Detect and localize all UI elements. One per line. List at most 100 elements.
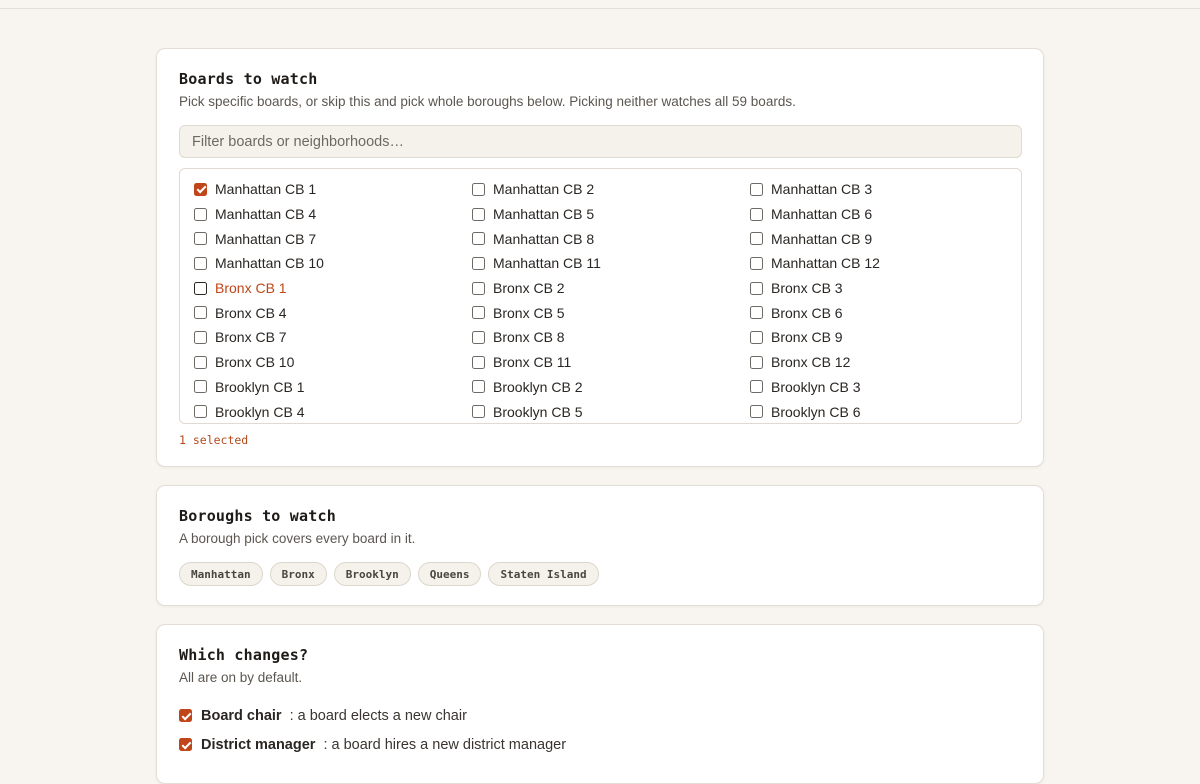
board-checkbox[interactable] <box>750 207 763 221</box>
board-item[interactable]: Bronx CB 12 <box>750 350 1021 375</box>
board-item[interactable]: Brooklyn CB 1 <box>194 375 472 400</box>
board-label: Brooklyn CB 4 <box>215 403 305 420</box>
board-item[interactable]: Bronx CB 10 <box>194 350 472 375</box>
board-label: Manhattan CB 12 <box>771 255 880 272</box>
board-checkbox[interactable] <box>750 182 763 196</box>
board-item[interactable]: Manhattan CB 7 <box>194 226 472 251</box>
board-item[interactable]: Bronx CB 2 <box>472 276 750 301</box>
board-item[interactable]: Bronx CB 8 <box>472 325 750 350</box>
board-item[interactable]: Manhattan CB 9 <box>750 226 1021 251</box>
board-label: Manhattan CB 8 <box>493 230 595 247</box>
board-label: Bronx CB 7 <box>215 329 287 346</box>
changes-card-subtitle: All are on by default. <box>179 670 303 685</box>
boroughs-card: Boroughs to watch A borough pick covers … <box>156 485 1044 606</box>
board-item[interactable]: Bronx CB 6 <box>750 300 1021 325</box>
board-checkbox[interactable] <box>750 380 763 394</box>
board-checkbox[interactable] <box>472 232 485 246</box>
board-item[interactable]: Brooklyn CB 2 <box>472 375 750 400</box>
board-item[interactable]: Manhattan CB 3 <box>750 177 1021 202</box>
boards-card-subtitle: Pick specific boards, or skip this and p… <box>179 94 796 109</box>
board-label: Brooklyn CB 5 <box>493 403 583 420</box>
board-label: Bronx CB 10 <box>215 354 295 371</box>
board-checkbox[interactable] <box>194 256 207 270</box>
borough-chip-brooklyn[interactable]: Brooklyn <box>333 562 411 586</box>
board-label: Brooklyn CB 1 <box>215 378 305 395</box>
change-item-board-chair[interactable]: Board chair : a board elects a new chair <box>179 701 566 730</box>
board-label: Bronx CB 12 <box>771 354 851 371</box>
board-label: Manhattan CB 4 <box>215 206 317 223</box>
board-item[interactable]: Manhattan CB 10 <box>194 251 472 276</box>
board-item[interactable]: Brooklyn CB 5 <box>472 399 750 423</box>
board-item[interactable]: Manhattan CB 8 <box>472 226 750 251</box>
board-checkbox[interactable] <box>750 306 763 320</box>
board-checkbox[interactable] <box>472 182 485 196</box>
board-checkbox[interactable] <box>194 380 207 394</box>
board-item[interactable]: Manhattan CB 5 <box>472 202 750 227</box>
borough-chip-bronx[interactable]: Bronx <box>269 562 327 586</box>
district-manager-checkbox[interactable] <box>179 738 192 751</box>
board-item[interactable]: Manhattan CB 1 <box>194 177 472 202</box>
board-label: Bronx CB 8 <box>493 329 565 346</box>
board-checkbox[interactable] <box>472 256 485 270</box>
board-item[interactable]: Manhattan CB 2 <box>472 177 750 202</box>
board-label: Manhattan CB 2 <box>493 181 595 198</box>
board-checkbox[interactable] <box>472 380 485 394</box>
board-item[interactable]: Bronx CB 3 <box>750 276 1021 301</box>
board-checkbox[interactable] <box>472 306 485 320</box>
board-label: Bronx CB 1 <box>215 280 287 297</box>
borough-chip-queens[interactable]: Queens <box>417 562 482 586</box>
board-checkbox[interactable] <box>194 281 207 295</box>
board-item[interactable]: Bronx CB 7 <box>194 325 472 350</box>
board-label: Manhattan CB 9 <box>771 230 873 247</box>
board-checkbox[interactable] <box>472 405 485 419</box>
board-checkbox[interactable] <box>194 330 207 344</box>
board-label: Bronx CB 11 <box>493 354 572 371</box>
boards-card: Boards to watch Pick specific boards, or… <box>156 48 1044 467</box>
change-item-district-manager[interactable]: District manager : a board hires a new d… <box>179 730 566 759</box>
board-label: Brooklyn CB 2 <box>493 378 583 395</box>
board-label: Bronx CB 2 <box>493 280 565 297</box>
board-label: Brooklyn CB 6 <box>771 403 861 420</box>
board-checkbox[interactable] <box>750 256 763 270</box>
board-label: Manhattan CB 10 <box>215 255 324 272</box>
board-checkbox[interactable] <box>750 405 763 419</box>
board-item[interactable]: Manhattan CB 12 <box>750 251 1021 276</box>
borough-chip-manhattan[interactable]: Manhattan <box>179 562 263 586</box>
board-checkbox[interactable] <box>472 207 485 221</box>
board-label: Manhattan CB 5 <box>493 206 595 223</box>
board-checkbox[interactable] <box>194 355 207 369</box>
board-checkbox[interactable] <box>750 281 763 295</box>
board-checkbox[interactable] <box>472 281 485 295</box>
board-checkbox[interactable] <box>750 232 763 246</box>
board-item[interactable]: Bronx CB 4 <box>194 300 472 325</box>
board-checkbox[interactable] <box>194 405 207 419</box>
board-item[interactable]: Bronx CB 9 <box>750 325 1021 350</box>
board-label: Bronx CB 3 <box>771 280 843 297</box>
board-item[interactable]: Brooklyn CB 4 <box>194 399 472 423</box>
board-checkbox[interactable] <box>194 182 207 196</box>
change-list: Board chair : a board elects a new chair… <box>179 701 566 759</box>
board-item[interactable]: Brooklyn CB 3 <box>750 375 1021 400</box>
board-checkbox[interactable] <box>194 306 207 320</box>
board-item[interactable]: Bronx CB 11 <box>472 350 750 375</box>
boroughs-card-subtitle: A borough pick covers every board in it. <box>179 531 416 546</box>
board-chair-checkbox[interactable] <box>179 709 192 722</box>
boards-list[interactable]: Manhattan CB 1 Manhattan CB 2 Manhattan CB… <box>179 168 1022 424</box>
board-checkbox[interactable] <box>750 330 763 344</box>
board-item[interactable]: Manhattan CB 4 <box>194 202 472 227</box>
board-checkbox[interactable] <box>194 232 207 246</box>
board-checkbox[interactable] <box>472 330 485 344</box>
board-label: Brooklyn CB 3 <box>771 378 861 395</box>
board-item[interactable]: Bronx CB 1 <box>194 276 472 301</box>
board-checkbox[interactable] <box>194 207 207 221</box>
board-item[interactable]: Bronx CB 5 <box>472 300 750 325</box>
board-checkbox[interactable] <box>472 355 485 369</box>
board-filter-input[interactable] <box>179 125 1022 158</box>
borough-chip-staten-island[interactable]: Staten Island <box>488 562 599 586</box>
boards-grid: Manhattan CB 1 Manhattan CB 2 Manhattan CB… <box>194 177 1021 423</box>
board-checkbox[interactable] <box>750 355 763 369</box>
board-item[interactable]: Manhattan CB 11 <box>472 251 750 276</box>
board-item[interactable]: Manhattan CB 6 <box>750 202 1021 227</box>
board-label: Manhattan CB 1 <box>215 181 317 198</box>
board-item[interactable]: Brooklyn CB 6 <box>750 399 1021 423</box>
